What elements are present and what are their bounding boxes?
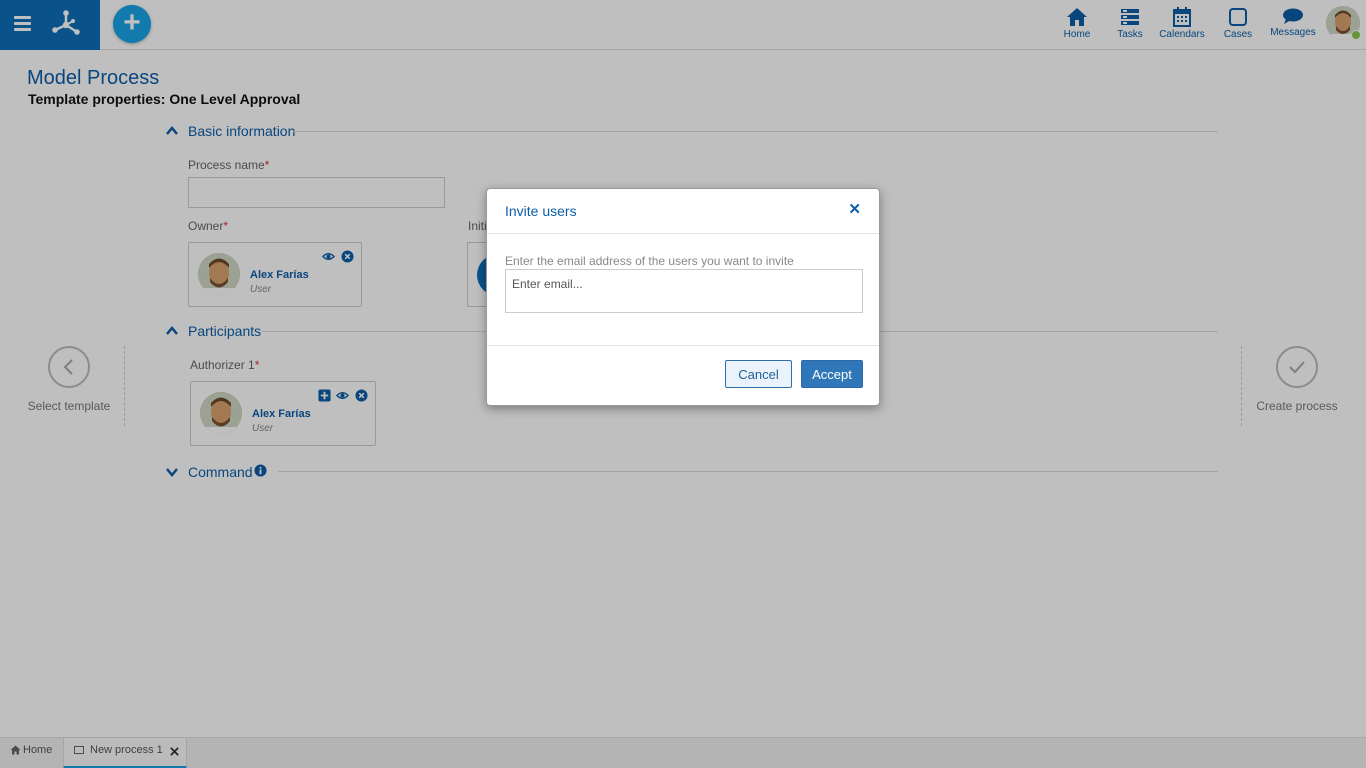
email-instruction-label: Enter the email address of the users you…: [505, 254, 794, 268]
invite-users-dialog: Invite users ✕ Enter the email address o…: [486, 188, 880, 406]
cancel-button[interactable]: Cancel: [725, 360, 792, 388]
email-input[interactable]: [505, 269, 863, 313]
dialog-divider: [487, 345, 879, 346]
dialog-divider: [487, 233, 879, 234]
accept-button[interactable]: Accept: [801, 360, 863, 388]
dialog-title: Invite users: [505, 203, 577, 219]
close-icon[interactable]: ✕: [848, 200, 861, 218]
